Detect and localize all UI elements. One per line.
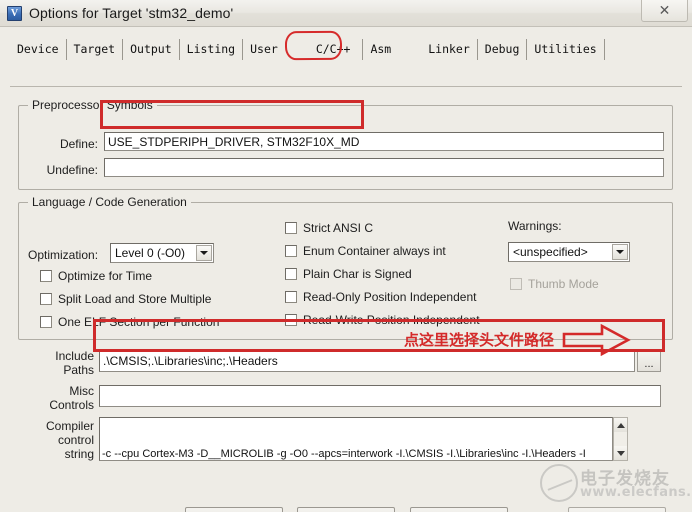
warnings-value: <unspecified> — [513, 245, 588, 259]
include-paths-label-line2: Paths — [63, 363, 94, 377]
checkbox-label: Read-Write Position Independent — [303, 313, 480, 327]
close-icon[interactable]: ✕ — [641, 0, 688, 22]
checkbox-box[interactable] — [285, 222, 297, 234]
checkbox-box[interactable] — [285, 314, 297, 326]
optimization-value: Level 0 (-O0) — [115, 246, 186, 260]
include-paths-browse-button[interactable]: ... — [637, 350, 661, 372]
options-dialog-window: V Options for Target 'stm32_demo' ✕ Devi… — [0, 0, 692, 512]
tab-output[interactable]: Output — [123, 39, 180, 60]
checkbox-label: Enum Container always int — [303, 244, 446, 258]
cancel-button[interactable]: Cancel — [297, 507, 395, 512]
optimization-select[interactable]: Level 0 (-O0) — [110, 243, 214, 263]
include-paths-input[interactable]: .\CMSIS;.\Libraries\inc;.\Headers — [99, 350, 635, 372]
tab-debug[interactable]: Debug — [478, 39, 528, 60]
checkbox-box[interactable] — [285, 245, 297, 257]
dialog-body: Device Target Output Listing User C/C++ … — [0, 27, 692, 512]
checkbox-box[interactable] — [40, 270, 52, 282]
misc-controls-label-line2: Controls — [49, 398, 94, 412]
preprocessor-group-title: Preprocessor Symbols — [28, 98, 157, 112]
include-paths-label-line1: Include — [55, 349, 94, 363]
compiler-string-line-1: -c --cpu Cortex-M3 -D__MICROLIB -g -O0 -… — [102, 448, 586, 460]
tab-listing[interactable]: Listing — [180, 39, 244, 60]
warnings-select[interactable]: <unspecified> — [508, 242, 630, 262]
checkbox-label: Read-Only Position Independent — [303, 290, 477, 304]
checkbox-label: Thumb Mode — [528, 277, 599, 291]
compiler-string-scrollbar[interactable] — [613, 417, 628, 461]
checkbox-thumb-mode: Thumb Mode — [510, 277, 599, 291]
undefine-input[interactable] — [104, 158, 664, 177]
checkbox-box[interactable] — [285, 268, 297, 280]
checkbox-optimize-for-time[interactable]: Optimize for Time — [40, 269, 152, 283]
checkbox-one-elf-section-per-function[interactable]: One ELF Section per Function — [40, 315, 219, 329]
warnings-label: Warnings: — [508, 219, 562, 233]
compiler-control-string-label-line2: control — [57, 433, 94, 447]
misc-controls-label-line1: Misc — [69, 384, 94, 398]
defaults-button[interactable]: Defaults — [410, 507, 508, 512]
checkbox-box[interactable] — [40, 293, 52, 305]
chevron-down-icon[interactable] — [196, 245, 212, 261]
ok-button[interactable]: OK — [185, 507, 283, 512]
chevron-down-icon[interactable] — [612, 244, 628, 260]
checkbox-label: Optimize for Time — [58, 269, 153, 283]
language-group-title: Language / Code Generation — [28, 195, 191, 209]
scroll-up-icon[interactable] — [614, 418, 627, 432]
checkbox-read-write-position-independent[interactable]: Read-Write Position Independent — [285, 313, 480, 327]
checkbox-split-load-and-store-multiple[interactable]: Split Load and Store Multiple — [40, 292, 211, 306]
checkbox-strict-ansi-c[interactable]: Strict ANSI C — [285, 221, 373, 235]
checkbox-read-only-position-independent[interactable]: Read-Only Position Independent — [285, 290, 476, 304]
optimization-label: Optimization: — [28, 248, 99, 262]
tab-utilities[interactable]: Utilities — [527, 39, 605, 60]
tab-bar: Device Target Output Listing User C/C++ … — [10, 34, 682, 60]
checkbox-box — [510, 278, 522, 290]
help-button[interactable]: Help — [568, 507, 666, 512]
tab-target[interactable]: Target — [67, 39, 124, 60]
compiler-control-string-textarea[interactable]: -c --cpu Cortex-M3 -D__MICROLIB -g -O0 -… — [99, 417, 613, 461]
checkbox-label: Plain Char is Signed — [303, 267, 412, 281]
checkbox-plain-char-is-signed[interactable]: Plain Char is Signed — [285, 267, 412, 281]
tab-asm[interactable]: Asm — [363, 39, 421, 60]
checkbox-box[interactable] — [40, 316, 52, 328]
undefine-label: Undefine: — [46, 163, 98, 177]
title-bar: V Options for Target 'stm32_demo' ✕ — [0, 0, 692, 27]
checkbox-box[interactable] — [285, 291, 297, 303]
checkbox-label: Strict ANSI C — [303, 221, 374, 235]
window-title: Options for Target 'stm32_demo' — [29, 5, 234, 21]
define-label: Define: — [59, 137, 98, 151]
define-input[interactable]: USE_STDPERIPH_DRIVER, STM32F10X_MD — [104, 132, 664, 151]
misc-controls-input[interactable] — [99, 385, 661, 407]
checkbox-label: One ELF Section per Function — [58, 315, 220, 329]
checkbox-enum-container-always-int[interactable]: Enum Container always int — [285, 244, 446, 258]
scroll-down-icon[interactable] — [614, 446, 627, 460]
compiler-control-string-label-line1: Compiler — [45, 419, 94, 433]
keil-uvision-icon: V — [7, 5, 22, 21]
compiler-control-string-label-line3: string — [64, 447, 94, 461]
checkbox-label: Split Load and Store Multiple — [58, 292, 212, 306]
tab-device[interactable]: Device — [10, 39, 67, 60]
tab-linker[interactable]: Linker — [421, 39, 478, 60]
tab-user[interactable]: User — [243, 39, 304, 60]
tab-underline — [10, 86, 682, 87]
tab-c-cpp[interactable]: C/C++ — [303, 39, 364, 60]
